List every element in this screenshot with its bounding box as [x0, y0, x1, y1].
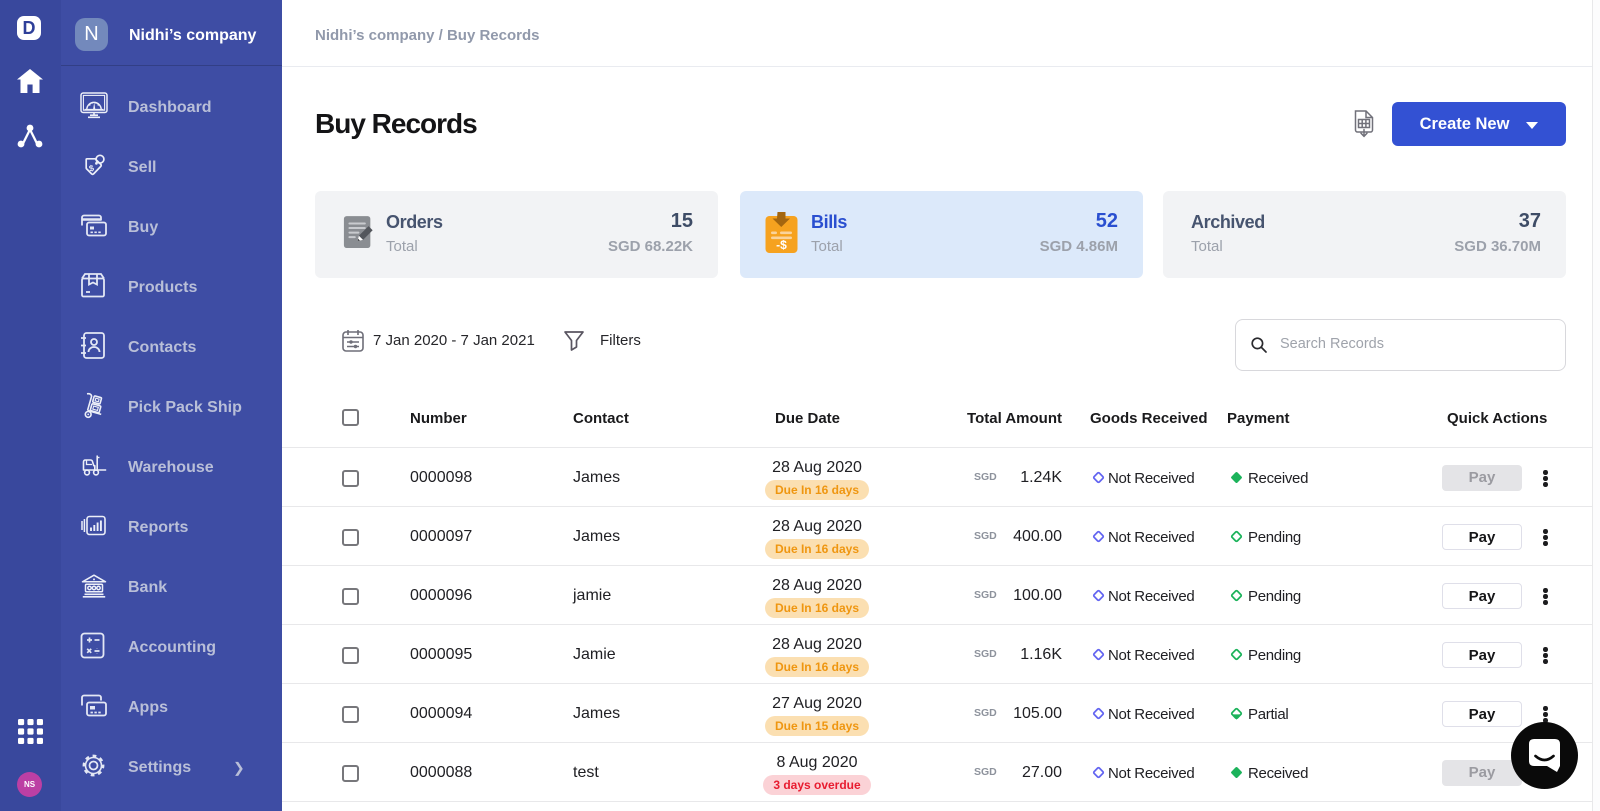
- svg-text:$: $: [88, 162, 95, 173]
- svg-text:-$: -$: [776, 238, 787, 252]
